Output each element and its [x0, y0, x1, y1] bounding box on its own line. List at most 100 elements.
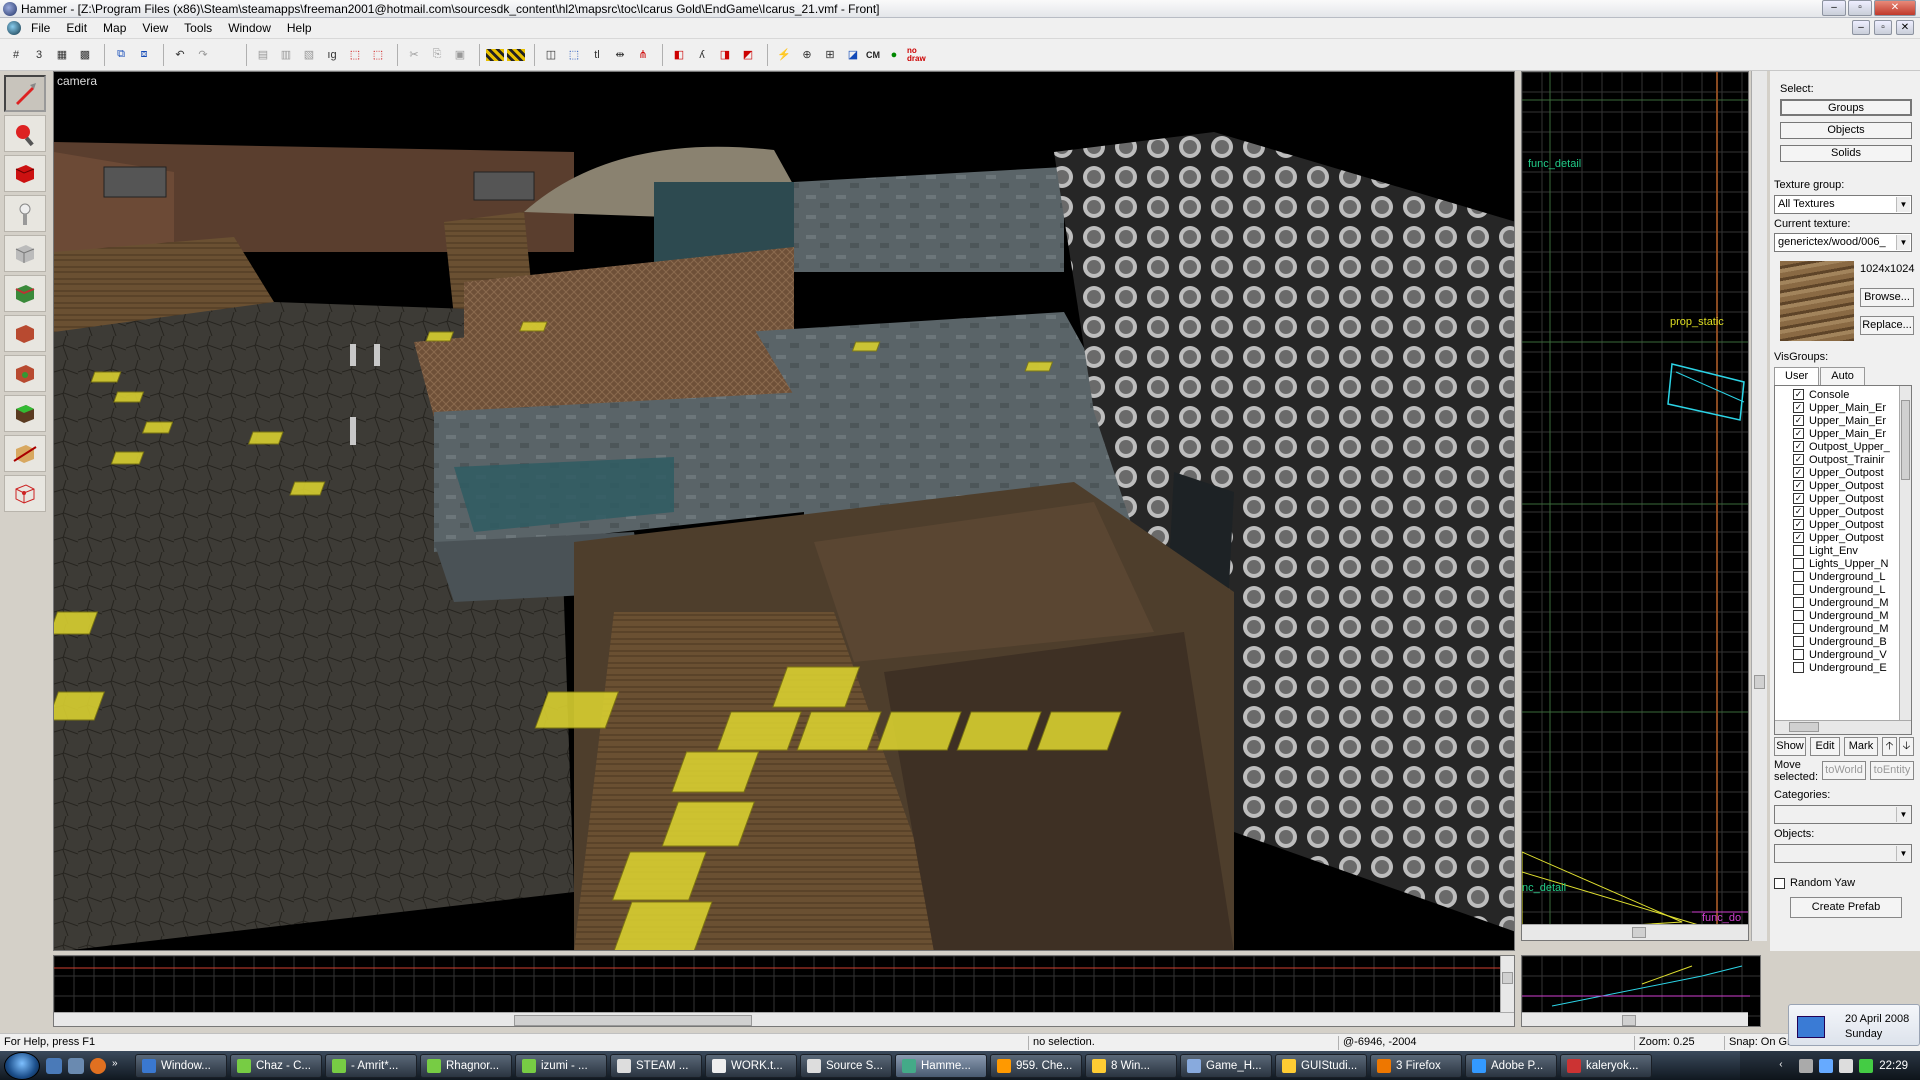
visgroup-item[interactable]: ✓ Upper_Main_Er	[1775, 401, 1911, 414]
close-button[interactable]: ✕	[1874, 0, 1916, 16]
visgroup-item[interactable]: Underground_L	[1775, 570, 1911, 583]
visgroup-item[interactable]: ✓ Upper_Main_Er	[1775, 427, 1911, 440]
bottom-vscroll[interactable]	[1500, 956, 1514, 1012]
replace-button[interactable]: Replace...	[1860, 316, 1914, 335]
taskbar-button[interactable]: Game_H...	[1180, 1053, 1272, 1078]
compile-icon[interactable]: ●	[884, 45, 904, 65]
firefox-icon[interactable]	[90, 1057, 106, 1074]
select-groups-button[interactable]: Groups	[1780, 99, 1912, 116]
document-menu-icon[interactable]	[7, 21, 21, 35]
visgroup-show-button[interactable]: Show	[1774, 737, 1806, 756]
map-properties-icon[interactable]: ◩	[738, 45, 758, 65]
view2d-hscroll-thumb[interactable]	[1632, 927, 1646, 938]
hollow-icon[interactable]: ▥	[276, 45, 296, 65]
lightmap-grid-icon[interactable]: ⚡	[774, 45, 794, 65]
volume-tray-icon[interactable]	[1839, 1058, 1854, 1073]
taskbar-button[interactable]: Source S...	[800, 1053, 892, 1078]
visgroup-checkbox[interactable]: ✓	[1793, 454, 1804, 465]
maximize-button[interactable]: ▫	[1848, 0, 1872, 16]
visgroup-item[interactable]: ✓ Upper_Outpost	[1775, 505, 1911, 518]
visgroup-checkbox[interactable]: ✓	[1793, 415, 1804, 426]
group-icon[interactable]: ⧉	[111, 45, 131, 65]
taskbar-button[interactable]: GUIStudi...	[1275, 1053, 1367, 1078]
select-objects-button[interactable]: Objects	[1780, 122, 1912, 139]
cordon-icon[interactable]: ◪	[843, 45, 863, 65]
taskbar-button[interactable]: 8 Win...	[1085, 1053, 1177, 1078]
cut-icon[interactable]: ✂	[404, 45, 424, 65]
carve-icon[interactable]: ▤	[253, 45, 273, 65]
visgroup-item[interactable]: Light_Env	[1775, 544, 1911, 557]
clipping-tool[interactable]	[4, 435, 46, 472]
select-solids-button[interactable]: Solids	[1780, 145, 1912, 162]
check-map-icon[interactable]: ◨	[715, 45, 735, 65]
top-2d-viewport[interactable]	[53, 955, 1515, 1027]
visgroup-item[interactable]: ✓ Upper_Outpost	[1775, 531, 1911, 544]
taskbar-button[interactable]: 959. Che...	[990, 1053, 1082, 1078]
taskbar-button[interactable]: Chaz - C...	[230, 1053, 322, 1078]
visgroup-item[interactable]: Underground_M	[1775, 609, 1911, 622]
visgroup-checkbox[interactable]: ✓	[1793, 519, 1804, 530]
grid-toggle-icon[interactable]: #	[6, 45, 26, 65]
random-yaw-checkbox[interactable]: Random Yaw	[1774, 877, 1855, 889]
nodraw-toggle[interactable]: no draw	[907, 46, 926, 63]
doc-close-button[interactable]: ✕	[1896, 20, 1914, 35]
network-tray-icon[interactable]	[1819, 1058, 1834, 1073]
visgroup-checkbox[interactable]: ✓	[1793, 493, 1804, 504]
3d-grid-icon[interactable]: 3	[29, 45, 49, 65]
visgroup-item[interactable]: ✓ Upper_Outpost	[1775, 466, 1911, 479]
visgroup-item[interactable]: ✓ Outpost_Upper_	[1775, 440, 1911, 453]
hide-unselected-icon[interactable]: ⬚	[368, 45, 388, 65]
date-gadget[interactable]: 20 April 2008 Sunday	[1788, 1004, 1920, 1046]
menu-window[interactable]: Window	[220, 21, 279, 35]
visgroup-vscroll[interactable]	[1899, 386, 1911, 720]
visgroup-mark-button[interactable]: Mark	[1844, 737, 1878, 756]
visgroup-checkbox[interactable]	[1793, 662, 1804, 673]
messenger-tray-icon[interactable]	[1859, 1058, 1874, 1073]
visgroup-item[interactable]: Underground_B	[1775, 635, 1911, 648]
visgroup-item[interactable]: ✓ Upper_Main_Er	[1775, 414, 1911, 427]
toggle-models-icon[interactable]	[507, 48, 525, 61]
toggle-helpers-icon[interactable]	[486, 48, 504, 61]
visgroup-vscroll-thumb[interactable]	[1901, 400, 1910, 480]
visgroup-item[interactable]: Underground_M	[1775, 596, 1911, 609]
visgroup-item[interactable]: ✓ Upper_Outpost	[1775, 518, 1911, 531]
paste-icon[interactable]: ▣	[450, 45, 470, 65]
texture-lock-toggle-icon[interactable]: tl	[587, 45, 607, 65]
visgroup-item[interactable]: ✓ Upper_Outpost	[1775, 479, 1911, 492]
browse-button[interactable]: Browse...	[1860, 288, 1914, 307]
bottom-vscroll-thumb[interactable]	[1502, 972, 1513, 984]
larger-grid-icon[interactable]: ▩	[75, 45, 95, 65]
entity-report-icon[interactable]: ʎ	[692, 45, 712, 65]
redo-icon[interactable]: ↷	[193, 45, 213, 65]
block-tool[interactable]	[4, 235, 46, 272]
quicklaunch-more-icon[interactable]: »	[112, 1058, 128, 1074]
overlay-tool[interactable]	[4, 395, 46, 432]
to-world-button[interactable]: toWorld	[1822, 761, 1866, 780]
apply-current-texture-tool[interactable]	[4, 315, 46, 352]
displacement-icon[interactable]: ⊕	[797, 45, 817, 65]
bottom-hscroll[interactable]	[54, 1012, 1514, 1026]
visgroup-item[interactable]: Underground_M	[1775, 622, 1911, 635]
visgroup-checkbox[interactable]: ✓	[1793, 480, 1804, 491]
visgroup-hscroll[interactable]	[1775, 720, 1911, 734]
visgroup-checkbox[interactable]	[1793, 597, 1804, 608]
entity-tool[interactable]	[4, 195, 46, 232]
menu-tools[interactable]: Tools	[176, 21, 220, 35]
visgroup-checkbox[interactable]	[1793, 584, 1804, 595]
taskbar-button[interactable]: izumi - ...	[515, 1053, 607, 1078]
decal-tool[interactable]	[4, 355, 46, 392]
texture-application-tool[interactable]	[4, 275, 46, 312]
visgroup-item[interactable]: ✓ Console	[1775, 388, 1911, 401]
view2d-hscroll[interactable]	[1522, 924, 1748, 940]
tab-user[interactable]: User	[1774, 367, 1820, 385]
taskbar-button[interactable]: 3 Firefox	[1370, 1053, 1462, 1078]
visgroup-checkbox[interactable]: ✓	[1793, 467, 1804, 478]
visgroup-checkbox[interactable]: ✓	[1793, 532, 1804, 543]
ungroup-icon[interactable]: ⧈	[134, 45, 154, 65]
taskbar-button[interactable]: STEAM ...	[610, 1053, 702, 1078]
visgroup-hscroll-thumb[interactable]	[1789, 722, 1819, 732]
to-entity-button[interactable]: toEntity	[1870, 761, 1914, 780]
bottom-hscroll-thumb[interactable]	[514, 1015, 752, 1026]
hide-selected-icon[interactable]: ⬚	[345, 45, 365, 65]
texture-group-select[interactable]: All Textures ▼	[1774, 195, 1912, 214]
